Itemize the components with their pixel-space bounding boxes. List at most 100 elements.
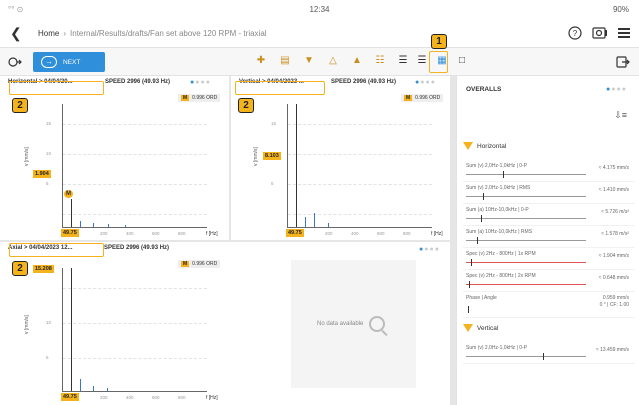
route-icon[interactable] [6,53,24,71]
spectrum-spike [80,221,81,227]
x-tick: 400 [126,231,134,236]
next-button[interactable]: → NEXT [33,52,105,72]
spectrum-plot[interactable] [62,268,207,392]
y-tick: 15 [46,121,52,126]
spectrum-plot[interactable] [62,104,207,228]
measurement-tool-2-icon[interactable]: ▤ [277,53,293,69]
overall-row[interactable]: Sum (a) 10Hz-10,0kHz | 0-P ≈ 5.726 m/s² [463,204,635,226]
magnifier-icon [369,316,386,332]
overall-row[interactable]: Spec (v) 2Hz - 800Hz | 2x RPM ≈ 0.648 mm… [463,270,635,292]
vertical-spectrum-panel[interactable]: Vertical > 04/04/2023 ... SPEED 2996 (49… [231,76,450,240]
overall-row[interactable]: Sum (v) 2,0Hz-1,0kHz | RMS ≈ 1.410 mm/s [463,182,635,204]
overall-bar [466,218,586,219]
overall-bar [466,284,586,285]
overall-marker [469,281,470,288]
triangle-warning-icon [463,324,473,332]
y-tick: 5 [271,181,274,186]
y-cursor-value: 8.103 [263,152,281,160]
page-dots[interactable]: ●●●● [606,86,627,93]
measurement-tool-3-icon[interactable]: ▼ [301,53,317,69]
title-highlight [9,81,104,95]
measurement-tool-5-icon[interactable]: ▲ [349,53,365,69]
speed-label: SPEED 2996 (49.93 Hz) [331,79,397,85]
overall-bar [466,174,586,175]
device-settings-icon[interactable] [591,24,609,42]
y-tick: 5 [46,181,49,186]
spectrum-spike [93,223,94,227]
fm-tool-icon[interactable]: ☷ [372,53,388,69]
y-axis-label: v [mm/s] [253,147,259,166]
status-time: 12:34 [309,5,330,14]
page-dots[interactable]: ●●●● [415,79,436,86]
callout-badge-2: 2 [238,98,254,113]
export-icon[interactable] [614,53,632,71]
callout-badge-1: 1 [431,34,447,49]
no-data-message: No data available [317,316,386,332]
spectrum-spike [80,379,81,391]
overall-value: ≈ 0.648 mm/s [598,275,629,281]
overall-marker [481,215,482,222]
marker-m-icon: M [181,261,190,267]
overall-label: Sum (v) 2,0Hz-1,0kHz | RMS [466,185,531,191]
overall-row[interactable]: Sum (a) 10Hz-10,0kHz | RMS ≈ 1.578 m/s² [463,226,635,248]
marker-m-icon[interactable]: M [64,190,73,198]
overall-marker [468,306,469,313]
overall-row[interactable]: Phase | Angle 0.959 mm/s 0 ° | CF: 1.00 [463,292,635,318]
callout-badge-2: 2 [12,261,28,276]
breadcrumb-home[interactable]: Home [38,29,59,38]
measurement-tool-1-icon[interactable]: ✚ [253,53,269,69]
back-icon[interactable]: ❮ [10,25,22,42]
overalls-section-horizontal[interactable]: Horizontal [463,142,506,150]
y-cursor-value: 1.904 [33,170,51,178]
x-tick: 200 [100,231,108,236]
x-tick: 400 [126,395,134,400]
overalls-section-vertical[interactable]: Vertical [463,324,498,332]
overall-label: Spec (v) 2Hz - 800Hz | 1x RPM [466,251,536,257]
x-tick: 600 [377,231,385,236]
page-dots[interactable]: ●●●● [419,246,440,253]
overall-value: 0.959 mm/s 0 ° | CF: 1.00 [599,295,629,308]
horizontal-spectrum-panel[interactable]: Horizontal > 04/04/20... SPEED 2996 (49.… [0,76,229,240]
page-dots[interactable]: ●●●● [190,79,211,86]
overall-bar [466,356,586,357]
x-tick: 400 [351,231,359,236]
no-data-text: No data available [317,321,364,327]
marker-tag: M 0.996 ORD [401,94,444,102]
next-button-label: NEXT [63,58,81,66]
overall-value: ≈ 13.459 mm/s [595,347,629,353]
speed-label: SPEED 2996 (49.93 Hz) [104,245,170,251]
spectrum-spike [305,217,306,227]
overall-value: ≈ 5.726 m/s² [601,209,629,215]
overall-row[interactable]: Sum (v) 2,0Hz-1,0kHz | 0-P ≈ 13.459 mm/s [463,342,635,364]
svg-text:?: ? [573,29,578,38]
measurement-tool-4-icon[interactable]: △ [325,53,341,69]
overall-label: Sum (a) 10Hz-10,0kHz | RMS [466,229,533,235]
callout-badge-2: 2 [12,98,28,113]
x-cursor-value: 49.75 [61,393,79,401]
layout-grid-highlight [429,51,448,73]
spectrum-spike-main [71,199,72,227]
section-label: Horizontal [477,142,507,150]
spectrum-plot[interactable] [287,104,432,228]
overall-bar [466,196,586,197]
spectrum-spike [107,388,108,391]
overalls-title: OVERALLS [466,86,502,93]
axial-spectrum-panel[interactable]: Axial > 04/04/2023 12... SPEED 2996 (49.… [0,242,229,405]
toolbar: → NEXT ✚ ▤ ▼ △ ▲ ☷ ☰ ☰ ▦ □ [0,48,639,76]
overall-row[interactable]: Sum (v) 2,0Hz-1,0kHz | 0-P ≈ 4.175 mm/s [463,160,635,182]
triangle-warning-icon [463,142,473,150]
layout-list-icon[interactable]: ☰ [414,53,430,69]
layout-single-icon[interactable]: □ [454,53,470,69]
menu-icon[interactable] [615,24,633,42]
spectrum-spike [328,223,329,227]
empty-panel[interactable]: ●●●● No data available [231,242,450,405]
overall-row[interactable]: Spec (v) 2Hz - 800Hz | 1x RPM ≈ 1.904 mm… [463,248,635,270]
sort-icon[interactable]: ⇩≡ [614,110,627,121]
spectrum-spike [93,386,94,391]
navigation-bar: ❮ Home › Internal/Results/drafts/Fan set a… [0,18,639,48]
help-icon[interactable]: ? [566,24,584,42]
status-bar: °° ⊙ 12:34 90% [0,0,639,18]
overall-label: Sum (v) 2,0Hz-1,0kHz | 0-P [466,163,528,169]
x-cursor-value: 49.75 [286,229,304,237]
layout-rows-icon[interactable]: ☰ [395,53,411,69]
